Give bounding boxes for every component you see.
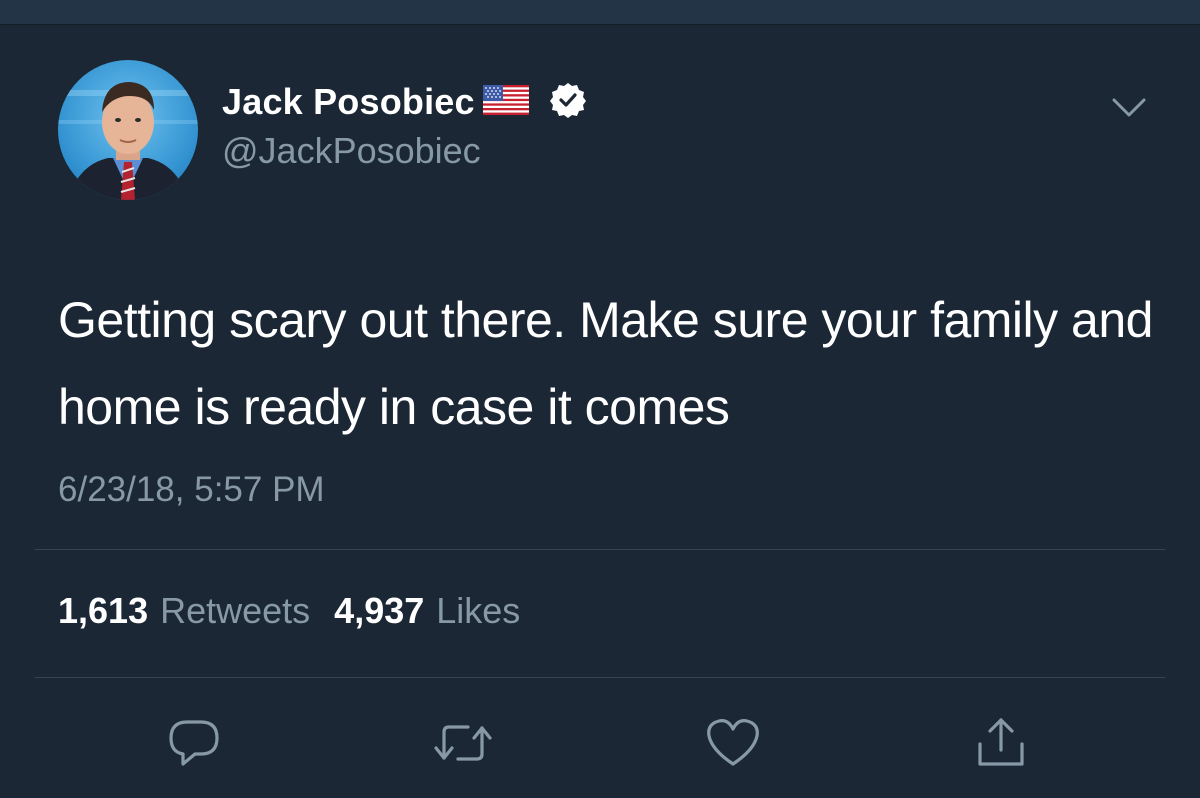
retweet-button[interactable] (432, 712, 494, 774)
tweet-timestamp: 6/23/18, 5:57 PM (58, 470, 325, 509)
reply-button[interactable] (163, 712, 225, 774)
divider (35, 677, 1165, 678)
heart-icon (707, 719, 759, 766)
like-button[interactable] (702, 712, 764, 774)
retweet-icon (434, 725, 492, 761)
avatar[interactable] (58, 60, 198, 200)
display-name[interactable]: Jack Posobiec (222, 81, 475, 123)
tweet-text: Getting scary out there. Make sure your … (58, 292, 1153, 435)
display-name-row[interactable]: Jack Posobiec (222, 78, 587, 126)
tweet-menu-button[interactable] (1106, 92, 1152, 124)
user-handle[interactable]: @JackPosobiec (222, 130, 481, 172)
likes-stat[interactable]: 4,937 Likes (334, 590, 520, 632)
like-count: 4,937 (334, 590, 425, 631)
share-button[interactable] (970, 712, 1032, 774)
retweets-stat[interactable]: 1,613 Retweets (58, 590, 310, 632)
divider (35, 549, 1165, 550)
reply-icon (169, 720, 219, 766)
retweet-label: Retweets (160, 590, 311, 631)
verified-badge-icon (549, 81, 587, 124)
share-icon (978, 718, 1024, 766)
engagement-stats: 1,613 Retweets 4,937 Likes (58, 590, 520, 632)
status-bar (0, 0, 1200, 25)
us-flag-icon (482, 84, 529, 120)
retweet-count: 1,613 (58, 590, 149, 631)
like-label: Likes (436, 590, 521, 631)
chevron-down-icon (1112, 98, 1146, 117)
